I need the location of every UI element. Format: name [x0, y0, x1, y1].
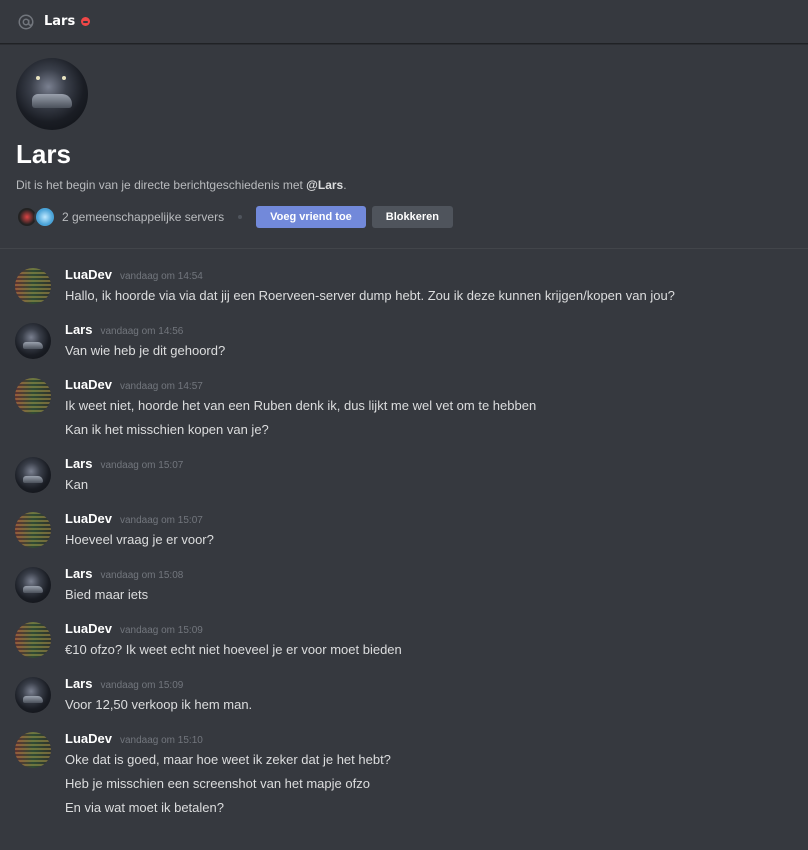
message-text: Oke dat is goed, maar hoe weet ik zeker …: [65, 752, 391, 767]
intro-description-text: Dit is het begin van je directe berichtg…: [16, 178, 307, 192]
message-author[interactable]: Lars: [65, 456, 92, 471]
message-author[interactable]: LuaDev: [65, 267, 112, 282]
message-header: Lars vandaag om 15:08: [65, 566, 808, 584]
message-author[interactable]: LuaDev: [65, 731, 112, 746]
message-group: Lars vandaag om 15:07 Kan: [0, 456, 808, 494]
intro-handle: @Lars: [306, 178, 344, 192]
light-icon: [62, 76, 66, 80]
message-text: Hoeveel vraag je er voor?: [65, 532, 214, 547]
message-header: LuaDev vandaag om 15:07: [65, 511, 808, 529]
car-icon: [32, 94, 72, 108]
avatar[interactable]: [15, 732, 51, 768]
channel-header: Lars: [0, 0, 808, 44]
avatar[interactable]: [15, 622, 51, 658]
avatar[interactable]: [15, 677, 51, 713]
message-text: En via wat moet ik betalen?: [65, 800, 224, 815]
message-body: Lars vandaag om 15:07 Kan: [65, 456, 808, 494]
message-timestamp: vandaag om 15:07: [100, 460, 184, 471]
message-body: LuaDev vandaag om 14:57 Ik weet niet, hoor…: [65, 377, 808, 439]
message-text: €10 ofzo? Ik weet echt niet hoeveel je e…: [65, 642, 402, 657]
add-friend-button[interactable]: Voeg vriend toe: [256, 206, 366, 228]
avatar[interactable]: [15, 567, 51, 603]
message-group: LuaDev vandaag om 14:54 Hallo, ik hoorde v…: [0, 267, 808, 305]
intro-description-suffix: .: [343, 178, 347, 192]
avatar[interactable]: [15, 323, 51, 359]
mutual-servers-link[interactable]: 2 gemeenschappelijke servers: [62, 210, 224, 224]
message-timestamp: vandaag om 15:09: [119, 625, 203, 636]
dm-channel: Lars Lars Dit is het begin van je direct…: [0, 0, 808, 850]
message-timestamp: vandaag om 14:56: [100, 326, 184, 337]
intro-actions: 2 gemeenschappelijke servers Voeg vriend…: [16, 206, 792, 228]
intro-username: Lars: [16, 139, 71, 169]
at-icon: [16, 12, 36, 32]
message-list: LuaDev vandaag om 14:54 Hallo, ik hoorde v…: [0, 249, 808, 817]
message-body: Lars vandaag om 14:56 Van wie heb je dit g…: [65, 322, 808, 360]
message-group: Lars vandaag om 15:08 Bied maar iets: [0, 566, 808, 604]
message-text: Kan ik het misschien kopen van je?: [65, 422, 269, 437]
message-header: LuaDev vandaag om 15:09: [65, 621, 808, 639]
message-text: Ik weet niet, hoorde het van een Ruben d…: [65, 398, 537, 413]
message-text: Van wie heb je dit gehoord?: [65, 343, 226, 358]
message-group: LuaDev vandaag om 15:07 Hoeveel vraag je e…: [0, 511, 808, 549]
message-header: Lars vandaag om 14:56: [65, 322, 808, 340]
message-text: Voor 12,50 verkoop ik hem man.: [65, 697, 253, 712]
message-group: LuaDev vandaag om 14:57 Ik weet niet, hoor…: [0, 377, 808, 439]
separator-dot: [238, 215, 243, 219]
avatar[interactable]: [15, 268, 51, 304]
message-header: LuaDev vandaag om 15:10: [65, 731, 808, 749]
message-body: LuaDev vandaag om 15:10 Oke dat is goed, m…: [65, 731, 808, 817]
block-button[interactable]: Blokkeren: [371, 206, 453, 228]
intro-description: Dit is het begin van je directe berichtg…: [16, 178, 792, 192]
message-header: LuaDev vandaag om 14:57: [65, 377, 808, 395]
message-header: Lars vandaag om 15:07: [65, 456, 808, 474]
message-body: LuaDev vandaag om 15:09 €10 ofzo? Ik weet …: [65, 621, 808, 659]
message-author[interactable]: Lars: [65, 566, 92, 581]
server-icon[interactable]: [34, 206, 56, 228]
dnd-status-icon: [81, 17, 91, 26]
message-timestamp: vandaag om 14:54: [119, 271, 203, 282]
mutual-server-icons[interactable]: [16, 206, 56, 228]
message-timestamp: vandaag om 15:08: [100, 570, 184, 581]
avatar[interactable]: [15, 378, 51, 414]
channel-title: Lars: [44, 14, 76, 29]
message-body: Lars vandaag om 15:08 Bied maar iets: [65, 566, 808, 604]
message-timestamp: vandaag om 14:57: [119, 381, 203, 392]
message-text: Hallo, ik hoorde via via dat jij een Roe…: [65, 288, 675, 303]
message-timestamp: vandaag om 15:07: [119, 515, 203, 526]
message-author[interactable]: LuaDev: [65, 377, 112, 392]
message-text: Heb je misschien een screenshot van het …: [65, 776, 370, 791]
message-group: Lars vandaag om 14:56 Van wie heb je dit g…: [0, 322, 808, 360]
message-group: Lars vandaag om 15:09 Voor 12,50 verkoop i…: [0, 676, 808, 714]
light-icon: [36, 76, 40, 80]
message-group: LuaDev vandaag om 15:09 €10 ofzo? Ik weet …: [0, 621, 808, 659]
message-body: Lars vandaag om 15:09 Voor 12,50 verkoop i…: [65, 676, 808, 714]
message-author[interactable]: LuaDev: [65, 511, 112, 526]
message-body: LuaDev vandaag om 14:54 Hallo, ik hoorde v…: [65, 267, 808, 305]
message-timestamp: vandaag om 15:09: [100, 680, 184, 691]
avatar[interactable]: [15, 457, 51, 493]
message-text: Kan: [65, 477, 89, 492]
avatar[interactable]: [16, 58, 88, 130]
message-author[interactable]: Lars: [65, 322, 92, 337]
dm-intro: Lars Dit is het begin van je directe ber…: [0, 44, 808, 249]
message-header: Lars vandaag om 15:09: [65, 676, 808, 694]
message-timestamp: vandaag om 15:10: [119, 735, 203, 746]
message-group: LuaDev vandaag om 15:10 Oke dat is goed, m…: [0, 731, 808, 817]
message-author[interactable]: LuaDev: [65, 621, 112, 636]
avatar[interactable]: [15, 512, 51, 548]
message-body: LuaDev vandaag om 15:07 Hoeveel vraag je e…: [65, 511, 808, 549]
message-text: Bied maar iets: [65, 587, 149, 602]
message-header: LuaDev vandaag om 14:54: [65, 267, 808, 285]
message-author[interactable]: Lars: [65, 676, 92, 691]
